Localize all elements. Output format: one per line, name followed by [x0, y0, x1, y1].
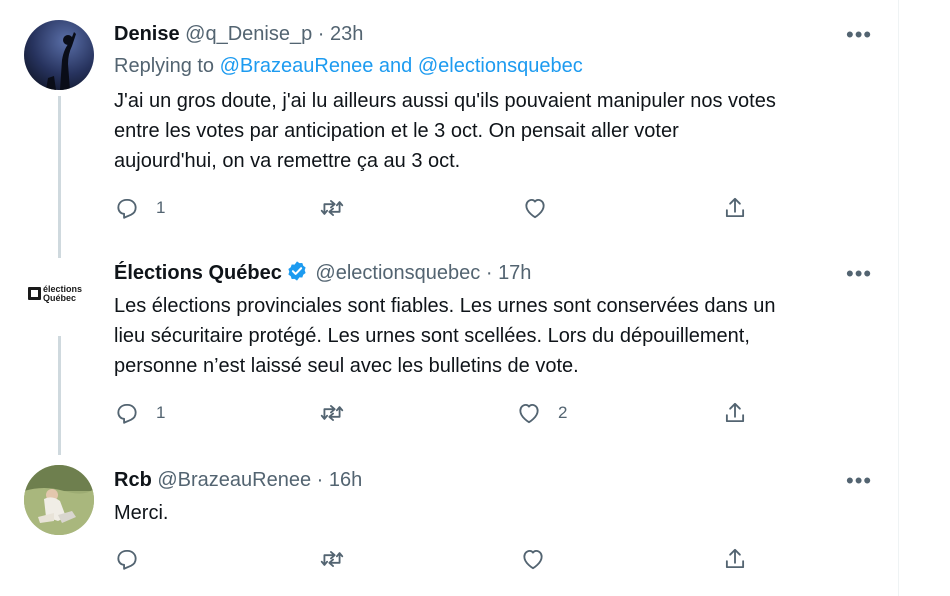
separator: · — [316, 469, 324, 491]
reply-count: 1 — [156, 403, 166, 422]
author-name[interactable]: Rcb — [114, 469, 152, 491]
tweet-actions: 1 — [114, 193, 764, 223]
thread-line — [58, 250, 61, 258]
heart-icon — [523, 549, 543, 570]
retweet-button[interactable] — [319, 544, 361, 574]
retweet-icon — [320, 200, 344, 216]
verified-badge-icon — [286, 260, 308, 289]
tweet-actions: 1 2 — [114, 398, 764, 428]
more-options-icon[interactable]: ••• — [846, 470, 872, 492]
reply-button[interactable]: 1 — [114, 398, 165, 428]
tweet-header: Rcb @BrazeauRenee · 16h — [114, 467, 362, 493]
share-icon — [725, 197, 745, 218]
timestamp[interactable]: 17h — [498, 262, 531, 284]
more-options-icon[interactable]: ••• — [846, 24, 872, 46]
tweet-header: Denise @q_Denise_p · 23h — [114, 21, 363, 47]
reply-button[interactable] — [114, 544, 156, 574]
retweet-button[interactable] — [319, 193, 361, 223]
heart-icon — [519, 403, 539, 424]
author-handle[interactable]: @BrazeauRenee — [157, 469, 311, 491]
retweet-icon — [320, 551, 344, 567]
author-name[interactable]: Denise — [114, 23, 180, 45]
share-icon — [725, 402, 745, 423]
thread-line — [58, 336, 61, 455]
share-button[interactable] — [722, 544, 748, 574]
thread-line — [58, 96, 61, 250]
tweet-text: J'ai un gros doute, j'ai lu ailleurs aus… — [114, 90, 776, 172]
timestamp[interactable]: 16h — [329, 469, 362, 491]
like-button[interactable]: 2 — [516, 398, 567, 428]
like-button[interactable] — [520, 544, 562, 574]
avatar[interactable] — [24, 20, 94, 90]
reply-icon — [117, 198, 137, 219]
timestamp[interactable]: 23h — [330, 23, 363, 45]
author-handle[interactable]: @electionsquebec — [315, 262, 480, 284]
share-icon — [725, 548, 745, 569]
heart-icon — [525, 198, 545, 219]
reply-icon — [117, 403, 137, 424]
avatar[interactable] — [24, 465, 94, 535]
retweet-button[interactable] — [319, 398, 361, 428]
tweet-denise[interactable]: Denise @q_Denise_p · 23h ••• Replying to… — [0, 0, 898, 250]
author-handle[interactable]: @q_Denise_p — [185, 23, 312, 45]
replying-to-links[interactable]: @BrazeauRenee and @electionsquebec — [220, 55, 583, 77]
separator: · — [317, 23, 325, 45]
separator: · — [485, 262, 493, 284]
reply-icon — [117, 549, 137, 570]
tweet-rcb[interactable]: Rcb @BrazeauRenee · 16h ••• Merci. — [0, 455, 898, 596]
author-name[interactable]: Élections Québec — [114, 262, 282, 284]
reply-button[interactable]: 1 — [114, 193, 165, 223]
tweet-text: Les élections provinciales sont fiables.… — [114, 295, 776, 377]
like-button[interactable] — [522, 193, 564, 223]
share-button[interactable] — [722, 193, 748, 223]
share-button[interactable] — [722, 398, 748, 428]
more-options-icon[interactable]: ••• — [846, 263, 872, 285]
replying-to: Replying to @BrazeauRenee and @elections… — [114, 55, 583, 78]
like-count: 2 — [558, 403, 568, 422]
tweet-text: Merci. — [114, 502, 169, 524]
tweet-header: Élections Québec @electionsquebec · 17h — [114, 260, 531, 289]
avatar[interactable]: élections Québec — [24, 259, 94, 329]
tweet-actions — [114, 544, 764, 574]
conversation-feed: Denise @q_Denise_p · 23h ••• Replying to… — [0, 0, 899, 596]
retweet-icon — [320, 405, 344, 421]
replying-prefix: Replying to — [114, 55, 220, 77]
tweet-elections-quebec[interactable]: élections Québec Élections Québec @elect… — [0, 250, 898, 455]
svg-text:Québec: Québec — [43, 293, 76, 303]
reply-count: 1 — [156, 198, 166, 217]
